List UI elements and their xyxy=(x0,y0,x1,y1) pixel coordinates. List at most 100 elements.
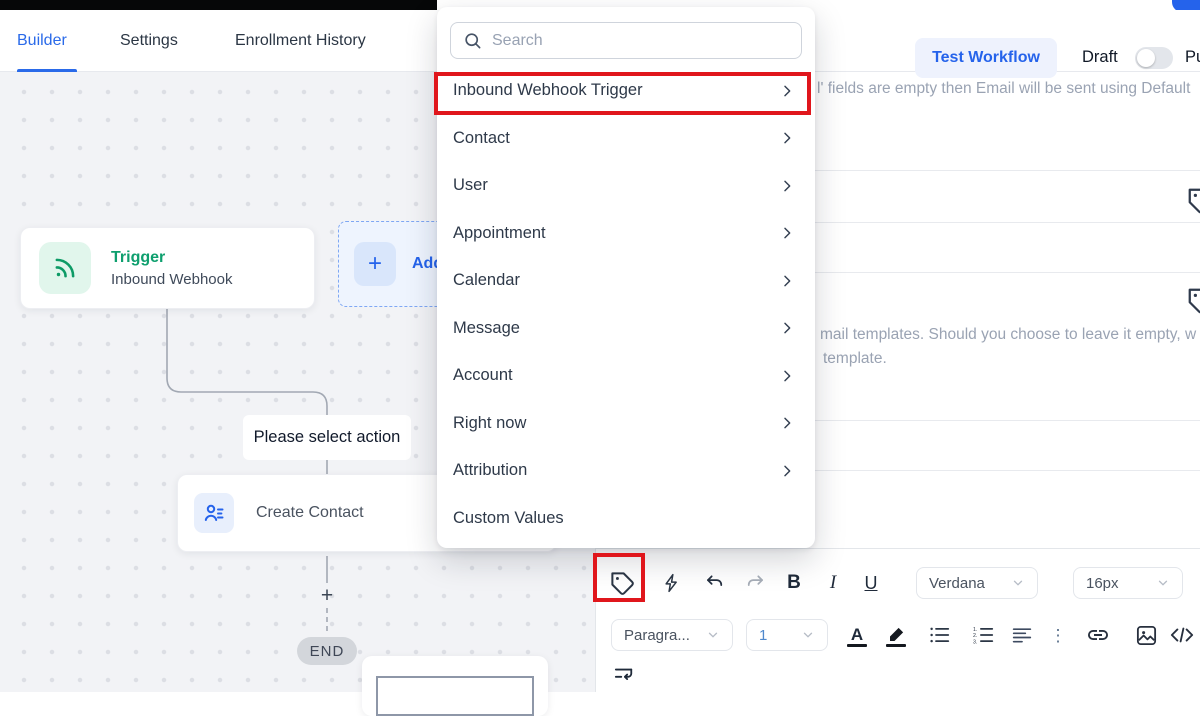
template-helper-line2: template. xyxy=(823,350,887,368)
end-node: END xyxy=(297,637,357,665)
trigger-picker-panel: Inbound Webhook Trigger Contact User App… xyxy=(437,7,815,548)
create-contact-label: Create Contact xyxy=(256,504,364,522)
highlighter-icon xyxy=(887,626,905,644)
end-node-label: END xyxy=(310,643,345,660)
menu-item-appointment[interactable]: Appointment xyxy=(437,210,815,258)
chevron-right-icon xyxy=(779,83,795,99)
trigger-menu-list: Inbound Webhook Trigger Contact User App… xyxy=(437,67,815,542)
add-step-plus-button[interactable]: + xyxy=(317,585,337,607)
test-workflow-button[interactable]: Test Workflow xyxy=(915,38,1057,78)
font-size-select[interactable]: 16px xyxy=(1073,567,1183,599)
menu-item-label: Contact xyxy=(453,129,510,148)
menu-item-right-now[interactable]: Right now xyxy=(437,400,815,448)
trigger-search-box[interactable] xyxy=(450,22,802,59)
template-helper-line1: mail templates. Should you choose to lea… xyxy=(820,326,1196,344)
paragraph-style-value: Paragra... xyxy=(624,627,690,644)
add-new-trigger-button[interactable]: + Add xyxy=(338,221,450,307)
trigger-search-input[interactable] xyxy=(492,32,772,50)
highlight-color-button[interactable] xyxy=(878,617,914,653)
italic-button[interactable]: I xyxy=(815,565,851,601)
email-helper-text: l' fields are empty then Email will be s… xyxy=(817,80,1200,98)
underline-button[interactable]: U xyxy=(853,565,889,601)
trigger-node-title: Trigger xyxy=(111,249,233,267)
menu-item-account[interactable]: Account xyxy=(437,352,815,400)
toggle-knob xyxy=(1137,49,1155,67)
trigger-node[interactable]: Trigger Inbound Webhook xyxy=(20,227,315,309)
bullet-list-button[interactable] xyxy=(921,617,957,653)
chevron-right-icon xyxy=(779,415,795,431)
tab-settings-label: Settings xyxy=(120,32,178,50)
trigger-link-lightning-button[interactable] xyxy=(654,565,690,601)
menu-item-calendar[interactable]: Calendar xyxy=(437,257,815,305)
menu-item-label: Account xyxy=(453,366,513,385)
tab-settings[interactable]: Settings xyxy=(120,10,190,72)
chevron-down-icon xyxy=(1156,576,1170,590)
menu-item-label: Attribution xyxy=(453,461,527,480)
create-contact-icon xyxy=(194,493,234,533)
add-step-plus-glyph: + xyxy=(321,584,333,608)
bold-button[interactable]: B xyxy=(776,565,812,601)
bottom-card-inner-rect xyxy=(376,676,534,716)
plus-icon: + xyxy=(354,242,396,286)
redo-button[interactable] xyxy=(737,565,773,601)
menu-item-attribution[interactable]: Attribution xyxy=(437,447,815,495)
menu-item-user[interactable]: User xyxy=(437,162,815,210)
publish-label: Publish xyxy=(1185,48,1200,67)
svg-text:2.: 2. xyxy=(973,633,977,639)
menu-item-label: Calendar xyxy=(453,271,520,290)
chevron-down-icon xyxy=(1011,576,1025,590)
custom-value-tag-icon[interactable] xyxy=(1186,186,1200,216)
chevron-right-icon xyxy=(779,368,795,384)
code-view-button[interactable] xyxy=(1164,617,1200,653)
undo-button[interactable] xyxy=(697,565,733,601)
chevron-right-icon xyxy=(779,178,795,194)
list-level-value: 1 xyxy=(759,627,767,644)
font-family-select[interactable]: Verdana xyxy=(916,567,1038,599)
search-icon xyxy=(463,31,482,50)
menu-item-label: Inbound Webhook Trigger xyxy=(453,81,643,100)
publish-toggle[interactable] xyxy=(1135,47,1173,69)
menu-item-label: Appointment xyxy=(453,224,546,243)
menu-item-label: User xyxy=(453,176,488,195)
tab-builder-label: Builder xyxy=(17,32,67,50)
font-size-value: 16px xyxy=(1086,575,1119,592)
text-wrap-button[interactable] xyxy=(606,657,642,693)
chevron-down-icon xyxy=(706,628,720,642)
font-family-value: Verdana xyxy=(929,575,985,592)
svg-text:1.: 1. xyxy=(973,627,977,633)
menu-item-message[interactable]: Message xyxy=(437,305,815,353)
text-color-bar xyxy=(847,644,867,647)
custom-value-tag-icon[interactable] xyxy=(1186,286,1200,316)
insert-image-button[interactable] xyxy=(1128,617,1164,653)
tab-enrollment-history[interactable]: Enrollment History xyxy=(235,10,388,72)
paragraph-style-select[interactable]: Paragra... xyxy=(611,619,733,651)
chevron-right-icon xyxy=(779,320,795,336)
insert-link-button[interactable] xyxy=(1080,617,1116,653)
tab-enrollment-history-label: Enrollment History xyxy=(235,32,366,50)
webhook-trigger-icon xyxy=(39,242,91,294)
menu-item-label: Right now xyxy=(453,414,526,433)
list-level-select[interactable]: 1 xyxy=(746,619,828,651)
rich-text-editor-toolbar: B I U Verdana 16px Paragra... 1 A xyxy=(595,548,1200,692)
numbered-list-button[interactable]: 1. 2. 3. xyxy=(965,617,1001,653)
menu-item-label: Message xyxy=(453,319,520,338)
top-dark-strip xyxy=(0,0,437,10)
tab-builder[interactable]: Builder xyxy=(17,10,77,72)
chevron-down-icon xyxy=(801,628,815,642)
trigger-node-subtitle: Inbound Webhook xyxy=(111,271,233,288)
text-color-A: A xyxy=(851,625,863,645)
menu-item-contact[interactable]: Contact xyxy=(437,115,815,163)
highlight-color-bar xyxy=(886,644,906,647)
chevron-right-icon xyxy=(779,273,795,289)
more-options-button[interactable]: ⋮ xyxy=(1040,617,1076,653)
svg-text:3.: 3. xyxy=(973,639,977,644)
please-select-action-label: Please select action xyxy=(243,415,411,460)
chevron-right-icon xyxy=(779,463,795,479)
menu-item-custom-values[interactable]: Custom Values xyxy=(437,495,815,543)
please-select-action-text: Please select action xyxy=(254,428,401,447)
menu-item-inbound-webhook-trigger[interactable]: Inbound Webhook Trigger xyxy=(437,67,815,115)
text-color-button[interactable]: A xyxy=(839,617,875,653)
insert-tag-button[interactable] xyxy=(604,565,640,601)
align-button[interactable] xyxy=(1004,617,1040,653)
draft-label: Draft xyxy=(1082,48,1118,67)
